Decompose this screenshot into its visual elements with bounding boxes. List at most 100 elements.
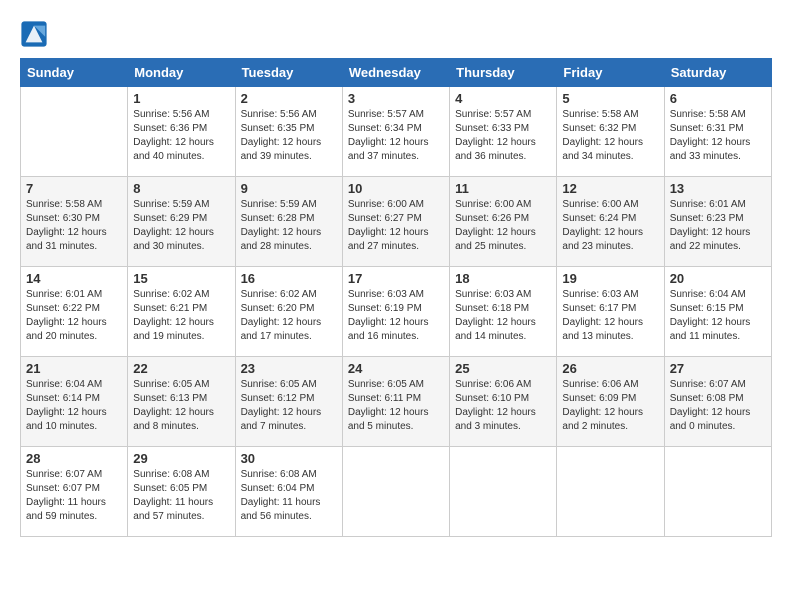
day-number: 9 [241, 181, 337, 196]
calendar-cell: 13 Sunrise: 6:01 AM Sunset: 6:23 PM Dayli… [664, 177, 771, 267]
calendar-day-header: Sunday [21, 59, 128, 87]
day-info: Sunrise: 6:02 AM Sunset: 6:20 PM Dayligh… [241, 288, 337, 344]
calendar-day-header: Tuesday [235, 59, 342, 87]
day-info: Sunrise: 6:04 AM Sunset: 6:15 PM Dayligh… [670, 288, 766, 344]
day-number: 20 [670, 271, 766, 286]
day-info: Sunrise: 6:00 AM Sunset: 6:24 PM Dayligh… [562, 198, 658, 254]
day-info: Sunrise: 5:58 AM Sunset: 6:32 PM Dayligh… [562, 108, 658, 164]
day-number: 3 [348, 91, 444, 106]
day-number: 15 [133, 271, 229, 286]
day-number: 19 [562, 271, 658, 286]
day-number: 23 [241, 361, 337, 376]
calendar-header-row: SundayMondayTuesdayWednesdayThursdayFrid… [21, 59, 772, 87]
calendar-cell: 26 Sunrise: 6:06 AM Sunset: 6:09 PM Dayli… [557, 357, 664, 447]
calendar-cell [664, 447, 771, 537]
day-info: Sunrise: 6:02 AM Sunset: 6:21 PM Dayligh… [133, 288, 229, 344]
calendar-cell: 1Sunrise: 5:56 AM Sunset: 6:36 PM Daylig… [128, 87, 235, 177]
calendar-cell [21, 87, 128, 177]
calendar-cell: 29 Sunrise: 6:08 AM Sunset: 6:05 PM Dayli… [128, 447, 235, 537]
day-number: 1 [133, 91, 229, 106]
calendar-week-row: 1Sunrise: 5:56 AM Sunset: 6:36 PM Daylig… [21, 87, 772, 177]
calendar-cell: 16 Sunrise: 6:02 AM Sunset: 6:20 PM Dayli… [235, 267, 342, 357]
calendar-cell [450, 447, 557, 537]
calendar-day-header: Friday [557, 59, 664, 87]
calendar-day-header: Saturday [664, 59, 771, 87]
day-info: Sunrise: 6:07 AM Sunset: 6:07 PM Dayligh… [26, 468, 122, 524]
calendar-cell [557, 447, 664, 537]
calendar-cell: 3Sunrise: 5:57 AM Sunset: 6:34 PM Daylig… [342, 87, 449, 177]
calendar-cell: 20 Sunrise: 6:04 AM Sunset: 6:15 PM Dayli… [664, 267, 771, 357]
calendar-day-header: Wednesday [342, 59, 449, 87]
logo [20, 20, 50, 48]
calendar-cell: 17 Sunrise: 6:03 AM Sunset: 6:19 PM Dayli… [342, 267, 449, 357]
day-number: 30 [241, 451, 337, 466]
day-info: Sunrise: 6:03 AM Sunset: 6:18 PM Dayligh… [455, 288, 551, 344]
calendar-week-row: 21 Sunrise: 6:04 AM Sunset: 6:14 PM Dayli… [21, 357, 772, 447]
calendar-day-header: Thursday [450, 59, 557, 87]
calendar-cell: 6 Sunrise: 5:58 AM Sunset: 6:31 PM Daylig… [664, 87, 771, 177]
calendar-cell: 24Sunrise: 6:05 AM Sunset: 6:11 PM Dayli… [342, 357, 449, 447]
day-info: Sunrise: 5:58 AM Sunset: 6:30 PM Dayligh… [26, 198, 122, 254]
day-info: Sunrise: 6:01 AM Sunset: 6:23 PM Dayligh… [670, 198, 766, 254]
day-number: 10 [348, 181, 444, 196]
day-number: 14 [26, 271, 122, 286]
day-info: Sunrise: 6:01 AM Sunset: 6:22 PM Dayligh… [26, 288, 122, 344]
day-info: Sunrise: 5:59 AM Sunset: 6:28 PM Dayligh… [241, 198, 337, 254]
day-info: Sunrise: 5:58 AM Sunset: 6:31 PM Dayligh… [670, 108, 766, 164]
page-header [20, 20, 772, 48]
calendar-cell: 25 Sunrise: 6:06 AM Sunset: 6:10 PM Dayli… [450, 357, 557, 447]
calendar-cell: 10 Sunrise: 6:00 AM Sunset: 6:27 PM Dayli… [342, 177, 449, 267]
day-info: Sunrise: 6:07 AM Sunset: 6:08 PM Dayligh… [670, 378, 766, 434]
calendar-body: 1Sunrise: 5:56 AM Sunset: 6:36 PM Daylig… [21, 87, 772, 537]
day-number: 16 [241, 271, 337, 286]
calendar-cell: 4Sunrise: 5:57 AM Sunset: 6:33 PM Daylig… [450, 87, 557, 177]
calendar-table: SundayMondayTuesdayWednesdayThursdayFrid… [20, 58, 772, 537]
calendar-cell: 9 Sunrise: 5:59 AM Sunset: 6:28 PM Daylig… [235, 177, 342, 267]
logo-icon [20, 20, 48, 48]
day-info: Sunrise: 6:05 AM Sunset: 6:13 PM Dayligh… [133, 378, 229, 434]
calendar-cell: 5 Sunrise: 5:58 AM Sunset: 6:32 PM Daylig… [557, 87, 664, 177]
day-number: 11 [455, 181, 551, 196]
day-info: Sunrise: 6:04 AM Sunset: 6:14 PM Dayligh… [26, 378, 122, 434]
day-info: Sunrise: 6:05 AM Sunset: 6:12 PM Dayligh… [241, 378, 337, 434]
day-info: Sunrise: 6:06 AM Sunset: 6:09 PM Dayligh… [562, 378, 658, 434]
day-number: 29 [133, 451, 229, 466]
day-number: 13 [670, 181, 766, 196]
calendar-cell: 28 Sunrise: 6:07 AM Sunset: 6:07 PM Dayli… [21, 447, 128, 537]
day-info: Sunrise: 6:00 AM Sunset: 6:27 PM Dayligh… [348, 198, 444, 254]
day-number: 18 [455, 271, 551, 286]
day-info: Sunrise: 6:03 AM Sunset: 6:19 PM Dayligh… [348, 288, 444, 344]
calendar-cell: 21 Sunrise: 6:04 AM Sunset: 6:14 PM Dayli… [21, 357, 128, 447]
calendar-cell: 30 Sunrise: 6:08 AM Sunset: 6:04 PM Dayli… [235, 447, 342, 537]
calendar-week-row: 28 Sunrise: 6:07 AM Sunset: 6:07 PM Dayli… [21, 447, 772, 537]
calendar-week-row: 7Sunrise: 5:58 AM Sunset: 6:30 PM Daylig… [21, 177, 772, 267]
day-number: 6 [670, 91, 766, 106]
calendar-cell: 23 Sunrise: 6:05 AM Sunset: 6:12 PM Dayli… [235, 357, 342, 447]
calendar-cell: 15 Sunrise: 6:02 AM Sunset: 6:21 PM Dayli… [128, 267, 235, 357]
day-info: Sunrise: 5:57 AM Sunset: 6:33 PM Dayligh… [455, 108, 551, 164]
day-number: 21 [26, 361, 122, 376]
calendar-cell: 7Sunrise: 5:58 AM Sunset: 6:30 PM Daylig… [21, 177, 128, 267]
day-info: Sunrise: 6:05 AM Sunset: 6:11 PM Dayligh… [348, 378, 444, 434]
day-number: 17 [348, 271, 444, 286]
day-number: 25 [455, 361, 551, 376]
calendar-cell [342, 447, 449, 537]
day-info: Sunrise: 6:06 AM Sunset: 6:10 PM Dayligh… [455, 378, 551, 434]
calendar-cell: 11 Sunrise: 6:00 AM Sunset: 6:26 PM Dayli… [450, 177, 557, 267]
day-number: 27 [670, 361, 766, 376]
day-info: Sunrise: 6:03 AM Sunset: 6:17 PM Dayligh… [562, 288, 658, 344]
day-number: 5 [562, 91, 658, 106]
day-number: 8 [133, 181, 229, 196]
calendar-cell: 22 Sunrise: 6:05 AM Sunset: 6:13 PM Dayli… [128, 357, 235, 447]
day-number: 26 [562, 361, 658, 376]
calendar-cell: 27 Sunrise: 6:07 AM Sunset: 6:08 PM Dayli… [664, 357, 771, 447]
day-info: Sunrise: 6:08 AM Sunset: 6:05 PM Dayligh… [133, 468, 229, 524]
day-number: 28 [26, 451, 122, 466]
calendar-week-row: 14 Sunrise: 6:01 AM Sunset: 6:22 PM Dayli… [21, 267, 772, 357]
calendar-day-header: Monday [128, 59, 235, 87]
calendar-cell: 2Sunrise: 5:56 AM Sunset: 6:35 PM Daylig… [235, 87, 342, 177]
day-info: Sunrise: 6:08 AM Sunset: 6:04 PM Dayligh… [241, 468, 337, 524]
day-number: 12 [562, 181, 658, 196]
day-info: Sunrise: 6:00 AM Sunset: 6:26 PM Dayligh… [455, 198, 551, 254]
day-number: 22 [133, 361, 229, 376]
